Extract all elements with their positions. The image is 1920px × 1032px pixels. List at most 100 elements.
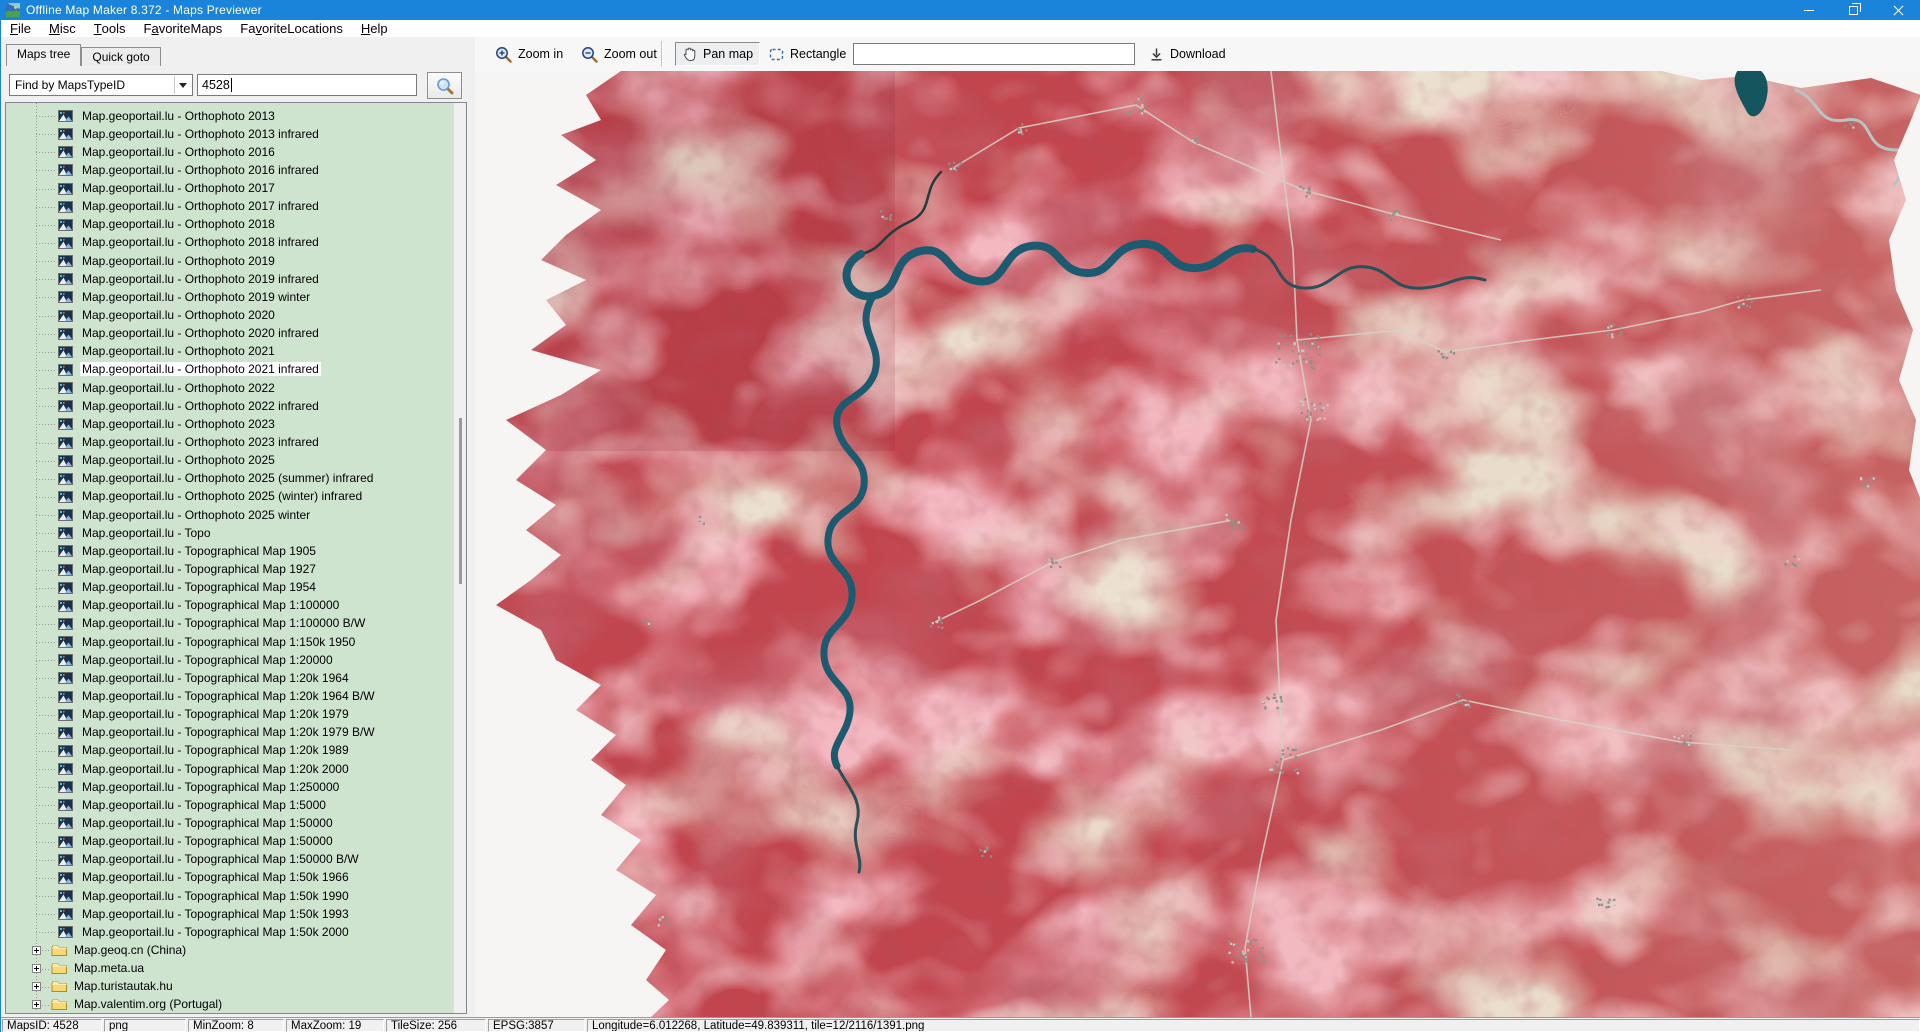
menu-item-tools[interactable]: Tools <box>85 20 135 37</box>
tree-item[interactable]: Map.geoportail.lu - Orthophoto 2020 <box>6 307 455 325</box>
map-layer-icon <box>58 128 73 143</box>
tree-item[interactable]: Map.geoportail.lu - Topographical Map 1:… <box>6 778 455 796</box>
tree-item[interactable]: Map.geoportail.lu - Topo <box>6 524 455 542</box>
tree-item[interactable]: Map.geoportail.lu - Topographical Map 1:… <box>6 706 455 724</box>
tree-item-label: Map.geoportail.lu - Topographical Map 1:… <box>80 671 351 685</box>
tree-item[interactable]: Map.geoportail.lu - Topographical Map 1:… <box>6 669 455 687</box>
tree-item[interactable]: Map.geoportail.lu - Topographical Map 1:… <box>6 796 455 814</box>
tree-scrollbar-thumb[interactable] <box>459 418 462 584</box>
rectangle-select-icon <box>769 48 784 61</box>
tree-item[interactable]: Map.geoportail.lu - Topographical Map 1:… <box>6 833 455 851</box>
tree-connector <box>36 606 56 607</box>
tree-item[interactable]: Map.geoportail.lu - Topographical Map 1:… <box>6 724 455 742</box>
close-icon <box>1893 5 1904 16</box>
tree-scrollbar[interactable] <box>453 103 466 1013</box>
menu-item-file[interactable]: File <box>1 20 40 37</box>
tree-item[interactable]: Map.geoportail.lu - Orthophoto 2016 infr… <box>6 161 455 179</box>
zoom-in-icon <box>495 46 512 63</box>
tree-item[interactable]: Map.geoportail.lu - Topographical Map 19… <box>6 579 455 597</box>
tree-item[interactable]: Map.geoportail.lu - Topographical Map 19… <box>6 542 455 560</box>
search-input[interactable]: 4528 <box>197 74 417 96</box>
map-viewport[interactable] <box>475 71 1920 1017</box>
pan-map-button[interactable]: Pan map <box>675 42 760 66</box>
tree-item-label: Map.geoportail.lu - Topographical Map 1:… <box>80 907 351 921</box>
restore-button[interactable] <box>1831 0 1876 20</box>
tree-item[interactable]: Map.geoportail.lu - Orthophoto 2019 <box>6 252 455 270</box>
tree-connector <box>36 914 56 915</box>
map-layer-icon <box>58 201 73 216</box>
minimize-button[interactable] <box>1786 0 1831 20</box>
find-mode-dropdown[interactable]: Find by MapsTypeID <box>9 74 193 96</box>
tab-quick-goto[interactable]: Quick goto <box>81 47 160 66</box>
tree-item[interactable]: Map.geoportail.lu - Orthophoto 2019 infr… <box>6 270 455 288</box>
tree-item[interactable]: Map.geoportail.lu - Topographical Map 1:… <box>6 887 455 905</box>
map-layer-icon <box>58 600 73 615</box>
tree-item[interactable]: Map.geoportail.lu - Topographical Map 1:… <box>6 633 455 651</box>
tree-item[interactable]: Map.geoportail.lu - Orthophoto 2013 <box>6 107 455 125</box>
tree-item[interactable]: Map.geoportail.lu - Orthophoto 2017 <box>6 180 455 198</box>
tree-item[interactable]: Map.geoportail.lu - Orthophoto 2018 <box>6 216 455 234</box>
close-button[interactable] <box>1876 0 1920 20</box>
tree-folder[interactable]: Map.meta.ua <box>6 960 455 978</box>
tree-item[interactable]: Map.geoportail.lu - Orthophoto 2022 infr… <box>6 397 455 415</box>
tree-item[interactable]: Map.geoportail.lu - Topographical Map 19… <box>6 561 455 579</box>
map-layer-icon <box>58 582 73 597</box>
tab-maps-tree[interactable]: Maps tree <box>6 44 81 66</box>
tree-folder[interactable]: Map.geoq.cn (China) <box>6 941 455 959</box>
tree-item[interactable]: Map.geoportail.lu - Topographical Map 1:… <box>6 905 455 923</box>
zoom-out-button[interactable]: Zoom out <box>575 42 663 66</box>
download-button[interactable]: Download <box>1143 42 1232 66</box>
menu-item-favoritemaps[interactable]: FavoriteMaps <box>135 20 232 37</box>
tree-item[interactable]: Map.geoportail.lu - Topographical Map 1:… <box>6 923 455 941</box>
tree-item[interactable]: Map.geoportail.lu - Topographical Map 1:… <box>6 869 455 887</box>
map-layer-icon <box>58 237 73 252</box>
find-mode-value: Find by MapsTypeID <box>15 78 125 92</box>
tree-item[interactable]: Map.geoportail.lu - Orthophoto 2025 wint… <box>6 506 455 524</box>
zoom-in-button[interactable]: Zoom in <box>489 42 569 66</box>
toolbar-text-input[interactable] <box>853 43 1135 65</box>
tree-item[interactable]: Map.geoportail.lu - Orthophoto 2020 infr… <box>6 325 455 343</box>
tree-item[interactable]: Map.geoportail.lu - Orthophoto 2025 (sum… <box>6 470 455 488</box>
tree-item[interactable]: Map.geoportail.lu - Topographical Map 1:… <box>6 615 455 633</box>
tree-item[interactable]: Map.geoportail.lu - Orthophoto 2025 <box>6 452 455 470</box>
window-title: Offline Map Maker 8.372 - Maps Previewer <box>26 3 262 17</box>
tree-item[interactable]: Map.geoportail.lu - Topographical Map 1:… <box>6 814 455 832</box>
tree-item[interactable]: Map.geoportail.lu - Topographical Map 1:… <box>6 742 455 760</box>
tree-item[interactable]: Map.geoportail.lu - Topographical Map 1:… <box>6 688 455 706</box>
tree-item[interactable]: Map.geoportail.lu - Orthophoto 2025 (win… <box>6 488 455 506</box>
tree-item-label: Map.geoportail.lu - Orthophoto 2013 infr… <box>80 127 321 141</box>
tree-connector <box>36 697 56 698</box>
search-input-value: 4528 <box>202 78 230 92</box>
tree-item-label: Map.geoportail.lu - Orthophoto 2025 (win… <box>80 489 364 503</box>
expand-plus-icon[interactable] <box>32 964 41 973</box>
menu-item-favoritelocations[interactable]: FavoriteLocations <box>231 20 352 37</box>
menu-item-help[interactable]: Help <box>352 20 397 37</box>
rectangle-button[interactable]: Rectangle <box>763 42 852 66</box>
tree-item[interactable]: Map.geoportail.lu - Orthophoto 2017 infr… <box>6 198 455 216</box>
tree-item[interactable]: Map.geoportail.lu - Orthophoto 2013 infr… <box>6 125 455 143</box>
search-button[interactable] <box>427 72 462 99</box>
tree-item-selected[interactable]: Map.geoportail.lu - Orthophoto 2021 infr… <box>6 361 455 379</box>
tree-item[interactable]: Map.geoportail.lu - Orthophoto 2016 <box>6 143 455 161</box>
tree-item[interactable]: Map.geoportail.lu - Orthophoto 2022 <box>6 379 455 397</box>
tree-item[interactable]: Map.geoportail.lu - Orthophoto 2018 infr… <box>6 234 455 252</box>
tree-item-label: Map.geoportail.lu - Topographical Map 1:… <box>80 762 351 776</box>
tree-item[interactable]: Map.geoportail.lu - Topographical Map 1:… <box>6 760 455 778</box>
tree-folder[interactable]: Map.turistautak.hu <box>6 978 455 996</box>
expand-plus-icon[interactable] <box>32 1000 41 1009</box>
tree-item[interactable]: Map.geoportail.lu - Orthophoto 2021 <box>6 343 455 361</box>
tree-folder[interactable]: Map.valentim.org (Portugal) <box>6 996 455 1014</box>
chevron-down-icon[interactable] <box>174 76 191 94</box>
folder-icon <box>51 980 68 996</box>
expand-plus-icon[interactable] <box>32 946 41 955</box>
tree-item[interactable]: Map.geoportail.lu - Topographical Map 1:… <box>6 651 455 669</box>
tree-item[interactable]: Map.geoportail.lu - Orthophoto 2023 <box>6 415 455 433</box>
menu-item-misc[interactable]: Misc <box>40 20 85 37</box>
tree-item[interactable]: Map.geoportail.lu - Orthophoto 2023 infr… <box>6 434 455 452</box>
tree-item[interactable]: Map.geoportail.lu - Topographical Map 1:… <box>6 597 455 615</box>
expand-plus-icon[interactable] <box>32 982 41 991</box>
tree-item[interactable]: Map.geoportail.lu - Topographical Map 1:… <box>6 851 455 869</box>
menu-bar: FileMiscToolsFavoriteMapsFavoriteLocatio… <box>1 20 1920 37</box>
map-layer-icon <box>58 545 73 560</box>
tree-item[interactable]: Map.geoportail.lu - Orthophoto 2019 wint… <box>6 288 455 306</box>
